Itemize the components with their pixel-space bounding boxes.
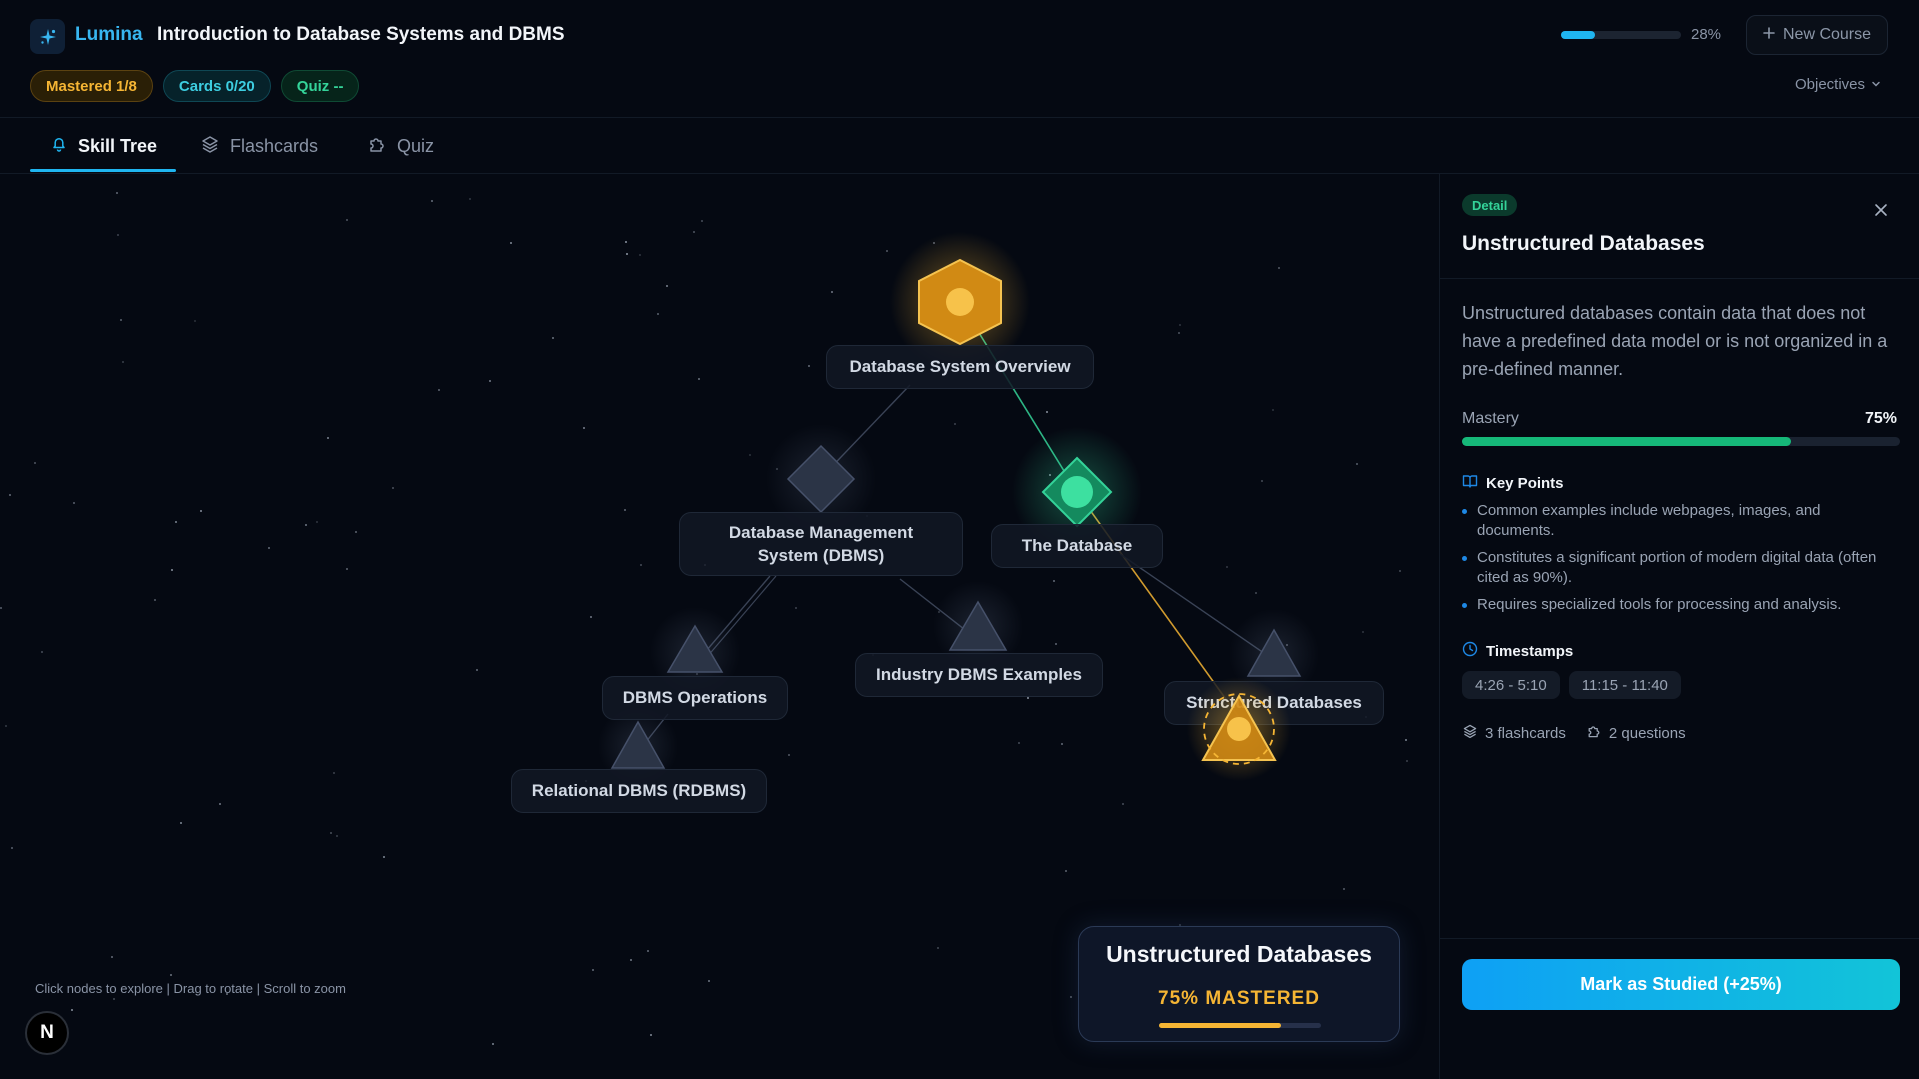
active-tab-indicator xyxy=(30,169,176,172)
questions-count-label: 2 questions xyxy=(1608,724,1686,742)
plus-icon xyxy=(1763,26,1775,44)
panel-divider xyxy=(1440,278,1919,279)
database-core xyxy=(1061,476,1093,508)
key-points-heading: Key Points xyxy=(1462,473,1564,493)
tab-quiz[interactable]: Quiz xyxy=(367,118,434,174)
tab-skill-tree-label: Skill Tree xyxy=(78,135,158,156)
course-title: Introduction to Database Systems and DBM… xyxy=(157,24,565,45)
next-logo-button[interactable]: N xyxy=(25,1011,69,1055)
close-icon[interactable] xyxy=(1874,200,1888,223)
course-progress-bar xyxy=(1561,31,1681,39)
mastery-label: Mastery xyxy=(1462,410,1519,427)
timestamp-chip[interactable]: 11:15 - 11:40 xyxy=(1568,671,1681,699)
brand-name: Lumina xyxy=(75,24,143,45)
unstructured-core xyxy=(1227,717,1251,741)
detail-pill: Detail xyxy=(1462,194,1518,216)
panel-footer-divider xyxy=(1440,938,1919,939)
unstructured-node[interactable] xyxy=(1169,674,1309,784)
timestamp-chip[interactable]: 4:26 - 5:10 xyxy=(1462,671,1560,699)
objectives-label: Objectives xyxy=(1795,76,1866,93)
node-overview-label[interactable]: Database System Overview xyxy=(826,345,1094,389)
key-point-item: Constitutes a significant portion of mod… xyxy=(1462,548,1900,588)
key-points-title: Key Points xyxy=(1486,474,1564,492)
selected-node-title: Unstructured Databases xyxy=(1106,941,1372,967)
key-point-item: Common examples include webpages, images… xyxy=(1462,501,1900,541)
timestamps-list: 4:26 - 5:10 11:15 - 11:40 xyxy=(1462,671,1681,699)
key-point-item: Requires specialized tools for processin… xyxy=(1462,595,1900,615)
selected-node-mastery-text: 75% MASTERED xyxy=(1158,988,1320,1009)
book-icon xyxy=(1462,473,1478,493)
new-course-label: New Course xyxy=(1783,26,1872,43)
layers-icon xyxy=(1462,723,1478,743)
canvas-hint: Click nodes to explore | Drag to rotate … xyxy=(35,981,346,996)
tab-skill-tree[interactable]: Skill Tree xyxy=(50,118,157,174)
node-rdbms-label[interactable]: Relational DBMS (RDBMS) xyxy=(511,769,767,813)
bell-icon xyxy=(50,135,68,158)
flashcards-count: 3 flashcards xyxy=(1462,723,1566,743)
resource-counts: 3 flashcards 2 questions xyxy=(1462,723,1686,743)
overview-core xyxy=(946,288,974,316)
lumina-logo-icon[interactable] xyxy=(30,19,65,54)
app-root: Lumina Introduction to Database Systems … xyxy=(0,0,1919,1079)
node-ops-label[interactable]: DBMS Operations xyxy=(602,676,788,720)
selected-node-mastery-fill xyxy=(1159,1023,1281,1028)
mastery-bar xyxy=(1462,437,1900,446)
course-progress-fill xyxy=(1561,31,1595,39)
skill-tree-canvas[interactable]: Database System Overview Database Manage… xyxy=(0,174,1439,1079)
mastery-bar-fill xyxy=(1462,437,1791,446)
timestamps-heading: Timestamps xyxy=(1462,641,1573,661)
clock-icon xyxy=(1462,641,1478,661)
course-progress-label: 28% xyxy=(1691,26,1722,43)
view-tabs: Skill Tree Flashcards Quiz xyxy=(0,118,1919,174)
new-course-button[interactable]: New Course xyxy=(1746,15,1889,55)
timestamps-title: Timestamps xyxy=(1486,642,1574,660)
tab-flashcards[interactable]: Flashcards xyxy=(200,118,318,174)
layers-icon xyxy=(200,134,220,159)
flashcards-count-label: 3 flashcards xyxy=(1485,724,1566,742)
stats-badges: Mastered 1/8 Cards 0/20 Quiz -- xyxy=(30,70,360,102)
chevron-down-icon xyxy=(1871,76,1881,93)
tab-quiz-label: Quiz xyxy=(397,135,435,156)
tab-flashcards-label: Flashcards xyxy=(230,135,319,156)
panel-description: Unstructured databases contain data that… xyxy=(1462,303,1888,379)
node-dbms-label[interactable]: Database Management System (DBMS) xyxy=(679,512,963,576)
objectives-dropdown[interactable]: Objectives xyxy=(1795,76,1881,93)
mark-as-studied-button[interactable]: Mark as Studied (+25%) xyxy=(1462,959,1900,1010)
quiz-badge: Quiz -- xyxy=(280,70,360,102)
mastery-value: 75% xyxy=(1864,410,1897,427)
selected-node-mastery-bar xyxy=(1159,1023,1321,1028)
node-database-label[interactable]: The Database xyxy=(991,524,1163,568)
cards-badge: Cards 0/20 xyxy=(162,70,271,102)
panel-title: Unstructured Databases xyxy=(1462,232,1705,255)
puzzle-icon xyxy=(1586,723,1602,743)
key-points-list: Common examples include webpages, images… xyxy=(1462,501,1900,622)
selected-node-card[interactable]: Unstructured Databases 75% MASTERED xyxy=(1078,926,1400,1042)
puzzle-icon xyxy=(367,134,387,159)
detail-panel: Detail Unstructured Databases Unstructur… xyxy=(1439,174,1919,1079)
node-industry-label[interactable]: Industry DBMS Examples xyxy=(855,653,1103,697)
questions-count: 2 questions xyxy=(1586,723,1686,743)
mastered-badge: Mastered 1/8 xyxy=(30,70,153,102)
header: Lumina Introduction to Database Systems … xyxy=(0,0,1919,118)
